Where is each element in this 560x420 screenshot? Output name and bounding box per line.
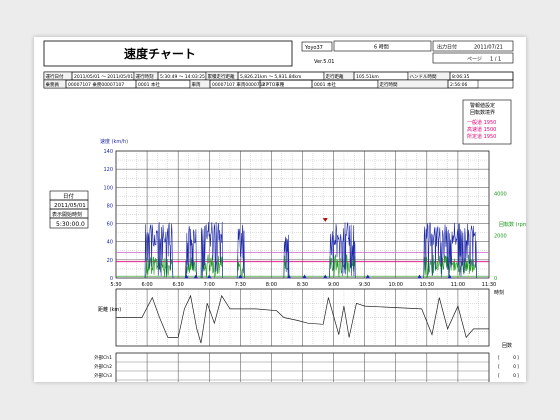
info-value: 2011/05/01 ～ 2011/05/01 (74, 74, 133, 80)
info-label: 運行時刻 (136, 73, 154, 80)
x-tick-label: 5:30 (110, 282, 121, 288)
settings-title-1: 警報値設定 (470, 102, 495, 109)
report-title: 速度チャート (124, 46, 196, 61)
speed-trace (329, 222, 356, 279)
date-value: 2011/05/01 (54, 203, 86, 209)
info-value: 2:56:06 (450, 82, 467, 88)
channel-label: 外部Ch2 (94, 363, 112, 370)
x-tick-label: 10:30 (420, 282, 434, 288)
report-version: Ver.5.01 (314, 59, 334, 65)
channel-count-close: ] (517, 373, 519, 379)
x-tick-label: 7:00 (204, 282, 215, 288)
warning-marker (322, 218, 328, 222)
start-value: 5:30:00.0 (56, 221, 85, 228)
channel-count-open: [ (498, 373, 500, 379)
x-tick-label: 8:30 (297, 282, 308, 288)
stop-marker (193, 274, 198, 279)
x-tick-label: 9:30 (359, 282, 370, 288)
info-value: 8:06:35 (452, 74, 469, 80)
x-tick-label: 11:00 (451, 282, 465, 288)
info-value: 5,826.21km ～ 5,931.84km (240, 74, 301, 80)
info-value: 00007107 乗務00007107 (68, 81, 124, 88)
channel-count-open: [ (498, 355, 500, 361)
info-label: 走行距離 (326, 73, 344, 80)
info-label: 運行日付 (46, 73, 64, 80)
stop-marker (323, 274, 328, 279)
info-label: 走行時間 (380, 81, 398, 88)
date-label: 日付 (63, 192, 75, 200)
info-table: 運行日付 2011/05/01 ～ 2011/05/01 運行時刻 5:30:49 ～… (43, 71, 514, 89)
period-label: 6 時間 (374, 45, 389, 51)
y-tick-label: 100 (103, 185, 113, 191)
info-value: 105.51km (356, 74, 379, 80)
info-label: ハンドル時間 (410, 74, 437, 80)
x-tick-label: 8:00 (266, 282, 277, 288)
settings-box: 警報値設定 回転数境界 一般道 1950高速道 1500所定道 1950 (462, 99, 512, 145)
report-sheet: 速度チャート Yoyo37 Ver.5.01 6 時間 出力日付 2011/07… (34, 37, 530, 408)
y2-tick-label: 2000 (494, 234, 507, 240)
x-tick-label: 9:00 (328, 282, 339, 288)
stop-marker (447, 274, 452, 279)
info-value: 0001 本社 (138, 81, 160, 88)
channel-count-close: ] (517, 355, 519, 361)
stop-marker (365, 274, 370, 279)
channel-count: 0 (513, 364, 516, 370)
threshold-setting: 一般道 1950 (467, 119, 496, 126)
info-value: 5:30:49 ～ 14:03:25 (160, 74, 205, 80)
channel-label: 外部Ch3 (94, 372, 112, 379)
settings-title-2: 回転数境界 (470, 109, 495, 116)
info-value: 2 PTO車種 (262, 81, 285, 88)
threshold-setting: 高速道 1500 (467, 126, 496, 133)
start-label: 表示開始時刻 (52, 211, 82, 218)
x-axis-label: 時刻 (494, 289, 504, 296)
page-value: 1 / 1 (490, 57, 501, 63)
stop-marker (184, 274, 189, 279)
count-label: 回数 (502, 342, 512, 349)
y-axis-label: 速度 (km/h) (100, 138, 128, 145)
stop-marker (286, 274, 292, 279)
threshold-setting: 所定道 1950 (467, 133, 496, 140)
x-tick-label: 7:30 (235, 282, 246, 288)
output-date-label: 出力日付 (437, 44, 457, 51)
stop-marker (207, 274, 212, 279)
y-tick-label: 80 (107, 203, 113, 209)
y-tick-label: 140 (103, 149, 113, 155)
output-date: 2011/07/21 (474, 45, 503, 51)
external-channels-table: 回数外部Ch1[0]外部Ch2[0]外部Ch3[0]外部Ch4[0]外部Ch5[… (91, 342, 519, 408)
page-label: ページ (467, 57, 482, 63)
info-value: 0001 本社 (314, 81, 336, 88)
y-tick-label: 20 (107, 258, 113, 264)
x-tick-label: 11:30 (482, 282, 496, 288)
channel-count: 0 (513, 373, 516, 379)
y2-axis-label: 回転数 (rpm) (499, 221, 526, 228)
report-svg: 速度チャート Yoyo37 Ver.5.01 6 時間 出力日付 2011/07… (43, 40, 530, 408)
channel-count-close: ] (517, 364, 519, 370)
y-tick-label: 60 (107, 222, 113, 228)
rpm-trace (200, 254, 223, 279)
y-tick-label: 120 (103, 167, 113, 173)
channel-count: 0 (513, 355, 516, 361)
header: 速度チャート Yoyo37 Ver.5.01 6 時間 出力日付 2011/07… (43, 40, 514, 67)
x-tick-label: 6:30 (173, 282, 184, 288)
channel-count-open: [ (498, 364, 500, 370)
y-tick-label: 40 (107, 240, 113, 246)
distance-axis-label: 距離 (km) (98, 306, 121, 313)
info-label: 車両 (192, 81, 201, 88)
stop-marker (417, 274, 422, 279)
channel-label: 外部Ch1 (94, 354, 112, 361)
stop-marker (302, 274, 307, 279)
y2-tick-label: 4000 (494, 191, 507, 197)
x-tick-label: 10:00 (389, 282, 403, 288)
info-label: 乗務員 (46, 81, 60, 88)
channel-label: 外部Ch4 (94, 381, 112, 382)
speed-chart: 0204060801001201400200040005:30 6:00 6:30 7… (100, 138, 530, 296)
x-tick-label: 6:00 (141, 282, 152, 288)
date-sidebar: 日付 2011/05/01 表示開始時刻 5:30:00.0 (49, 190, 89, 229)
info-label: 累積走行距離 (208, 73, 235, 80)
report-tag: Yoyo37 (304, 45, 323, 51)
distance-chart: 距離 (km) (98, 288, 490, 347)
